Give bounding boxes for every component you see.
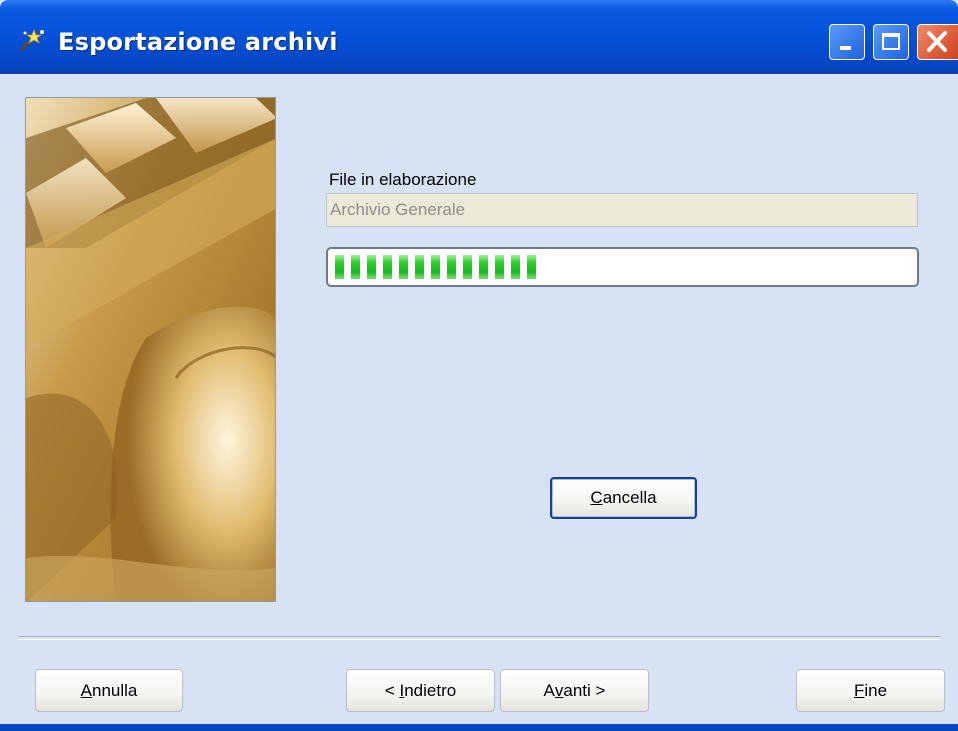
progress-segment bbox=[383, 255, 392, 279]
progress-segment bbox=[527, 255, 536, 279]
progress-segment bbox=[511, 255, 520, 279]
indietro-prefix: < bbox=[384, 680, 400, 700]
window-title: Esportazione archivi bbox=[58, 28, 338, 56]
close-icon bbox=[927, 31, 947, 52]
title-bar[interactable]: Esportazione archivi bbox=[0, 0, 958, 74]
progress-segment bbox=[367, 255, 376, 279]
minimize-button[interactable] bbox=[829, 24, 865, 60]
progress-segment bbox=[335, 255, 344, 279]
progress-segment bbox=[495, 255, 504, 279]
wizard-wand-icon bbox=[19, 28, 44, 52]
maximize-icon bbox=[882, 33, 900, 50]
progress-segment bbox=[399, 255, 408, 279]
avanti-prefix: A bbox=[543, 680, 555, 700]
footer-separator bbox=[18, 636, 940, 640]
progress-segment bbox=[351, 255, 360, 279]
cancel-operation-button[interactable]: Cancella bbox=[550, 477, 697, 519]
wizard-side-image bbox=[25, 97, 276, 602]
annulla-underline: A bbox=[80, 680, 92, 700]
annulla-button[interactable]: Annulla bbox=[35, 669, 183, 712]
annulla-label: nnulla bbox=[91, 680, 138, 700]
minimize-icon bbox=[840, 46, 851, 50]
file-label: File in elaborazione bbox=[329, 170, 477, 189]
progress-segment bbox=[431, 255, 440, 279]
close-button[interactable] bbox=[917, 24, 958, 60]
next-button[interactable]: Av anti > bbox=[500, 669, 649, 712]
window-bottom-border bbox=[0, 724, 958, 731]
back-button[interactable]: < Indietro bbox=[346, 669, 495, 712]
keyboard-mouse-illustration bbox=[26, 98, 275, 601]
avanti-underline: v bbox=[554, 680, 564, 700]
maximize-button[interactable] bbox=[873, 24, 909, 60]
export-wizard-window: Esportazione archivi File in elaborazion… bbox=[0, 0, 958, 731]
export-progress-bar bbox=[326, 247, 919, 287]
fine-label: ine bbox=[864, 680, 888, 700]
progress-segment bbox=[447, 255, 456, 279]
avanti-label: anti > bbox=[563, 680, 606, 700]
fine-underline: F bbox=[853, 680, 865, 700]
progress-segment bbox=[479, 255, 488, 279]
cancella-label: ancella bbox=[602, 488, 657, 507]
file-in-progress-field: Archivio Generale bbox=[326, 193, 918, 227]
cancella-underline: C bbox=[590, 488, 603, 507]
progress-segment bbox=[463, 255, 472, 279]
progress-segment bbox=[415, 255, 424, 279]
indietro-label: ndietro bbox=[404, 680, 457, 700]
finish-button[interactable]: Fine bbox=[796, 669, 945, 712]
